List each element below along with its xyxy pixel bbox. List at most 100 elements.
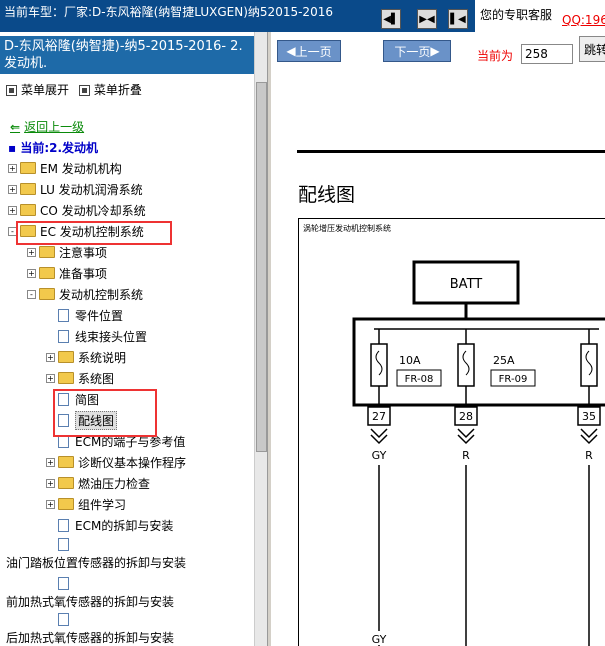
page-icon [58,613,69,626]
current-location: ▪ 当前:2.发动机 [8,141,99,155]
wire-1-color: GY [372,449,387,462]
wire-2-color: R [462,449,470,462]
expand-menu-button[interactable]: 菜单展开 [21,83,69,97]
tree-item[interactable]: - 发动机控制系统 [27,284,143,304]
tree-item[interactable]: 零件位置 [46,305,123,325]
folder-icon [20,183,36,195]
menu-ops: 菜单展开 菜单折叠 [6,81,142,98]
batt-label: BATT [450,277,483,292]
current-page-label: 当前为 [477,49,514,63]
tree-item-label[interactable]: 后加热式氧传感器的拆卸与安装 [6,629,174,646]
tree-item-label: ECM的拆卸与安装 [75,518,174,533]
pin-27: 27 GY [367,406,391,646]
tree-item[interactable]: + 系统图 [46,368,114,388]
tree-item-label: 系统说明 [78,350,127,365]
page-icon [58,518,69,532]
folder-icon [20,162,36,174]
tree-item-label: 诊断仪基本操作程序 [78,455,187,470]
prev-page-label: 上一页 [295,44,332,59]
tree-item[interactable]: + 注意事项 [27,242,107,262]
tree-item-label[interactable]: 油门踏板位置传感器的拆卸与安装 [6,554,186,571]
highlight-box-ec [16,221,172,245]
folder-icon [58,498,74,510]
page-title: 配线图 [298,184,356,206]
folder-icon [20,204,36,216]
expand-toggle-icon[interactable]: + [46,373,55,383]
folder-icon [58,372,74,384]
collapse-toggle-icon[interactable]: - [27,289,36,299]
fuse-1-code: FR-08 [405,374,434,385]
tree-item[interactable]: + 系统说明 [46,347,126,367]
tree-item-label: LU 发动机润滑系统 [40,182,143,197]
page-icon [58,329,69,343]
expand-toggle-icon[interactable]: + [27,247,36,257]
tree-item-label: 组件学习 [78,497,127,512]
collapse-menu-button[interactable]: 菜单折叠 [94,83,142,97]
page-icon [58,538,69,551]
highlight-box-diagram [53,389,157,437]
pin-27-label: 27 [372,410,386,423]
next-page-label: 下一页 [394,44,431,59]
expand-toggle-icon[interactable]: + [8,163,17,173]
current-label: 当前:2.发动机 [20,141,99,155]
jump-button[interactable]: 跳转 [579,36,605,62]
tree-item-label: 发动机控制系统 [59,287,144,302]
next-page-button[interactable]: 下一页 ▶ [383,40,451,62]
customer-service-box: 您的专职客服 QQ:196 [475,0,605,32]
tree-item-label: CO 发动机冷却系统 [40,203,146,218]
tree-item[interactable]: ECM的拆卸与安装 [46,515,173,535]
tree-item[interactable]: + CO 发动机冷却系统 [8,200,146,220]
prev-pane-icon[interactable]: ▌◀ [448,9,468,29]
fuse-2-code: FR-09 [499,374,528,385]
fuse-2-amp: 25A [493,354,515,367]
top-header-bar: 当前车型：厂家:D-东风裕隆(纳智捷LUXGEN)纳52015-2016 ◀▌ … [0,0,605,32]
back-arrow-icon: ⇐ [10,120,21,134]
folder-icon [39,246,55,258]
navigation-pane: D-东风裕隆(纳智捷)-纳5-2015-2016- 2.发动机. 菜单展开 菜单… [0,32,268,646]
two-pane-icon[interactable]: ▶◀ [417,9,437,29]
folder-icon [58,351,74,363]
expand-toggle-icon[interactable]: + [46,352,55,362]
tree-item[interactable]: + 燃油压力检查 [46,473,150,493]
qq-link[interactable]: QQ:196 [562,13,605,27]
left-scrollbar[interactable] [254,32,267,646]
scroll-thumb[interactable] [256,82,267,452]
tree-item-label: EM 发动机机构 [40,161,122,176]
pin-35-label: 35 [582,410,596,423]
expand-toggle-icon[interactable]: + [46,478,55,488]
tree-item[interactable]: + 组件学习 [46,494,126,514]
back-link[interactable]: ⇐ 返回上一级 [10,118,84,135]
tree-item[interactable]: + 准备事项 [27,263,107,283]
top-rule [297,150,605,153]
document-pane: ◀ 上一页 下一页 ▶ 当前为 跳转 配线图 涡轮增压发动机控制系统 BATT … [271,32,605,646]
expand-toggle-icon[interactable]: + [46,457,55,467]
tree-item[interactable]: + 诊断仪基本操作程序 [46,452,186,472]
expand-icon [6,85,17,96]
tree-item-label: 线束接头位置 [75,329,148,344]
tree-item-label: 系统图 [78,371,115,386]
tree-item[interactable]: + LU 发动机润滑系统 [8,179,143,199]
pin-28-label: 28 [459,410,473,423]
tree-item[interactable]: 线束接头位置 [46,326,147,346]
prev-page-button[interactable]: ◀ 上一页 [277,40,341,62]
wiring-diagram: 涡轮增压发动机控制系统 BATT 10A FR-08 25A FR-09 27 … [298,218,605,646]
service-label: 您的专职客服 [480,8,553,22]
tree-item-label[interactable]: 前加热式氧传感器的拆卸与安装 [6,593,174,610]
page-toolbar: ◀ 上一页 下一页 ▶ 当前为 跳转 [271,32,605,70]
expand-toggle-icon[interactable]: + [27,268,36,278]
tree-item-label: 燃油压力检查 [78,476,151,491]
first-page-icon[interactable]: ◀▌ [381,9,401,29]
expand-toggle-icon[interactable]: + [8,184,17,194]
car-model-text: 当前车型：厂家:D-东风裕隆(纳智捷LUXGEN)纳52015-2016 [4,6,333,19]
tree-item[interactable]: + EM 发动机机构 [8,158,122,178]
tree-item-label: 准备事项 [59,266,108,281]
folder-icon [58,456,74,468]
fuse-block [352,317,605,407]
page-icon [58,577,69,590]
expand-toggle-icon[interactable]: + [46,499,55,509]
pin-28: 28 R [454,406,478,646]
folder-icon [39,267,55,279]
collapse-icon [78,85,90,96]
page-number-input[interactable] [521,44,573,64]
expand-toggle-icon[interactable]: + [8,205,17,215]
